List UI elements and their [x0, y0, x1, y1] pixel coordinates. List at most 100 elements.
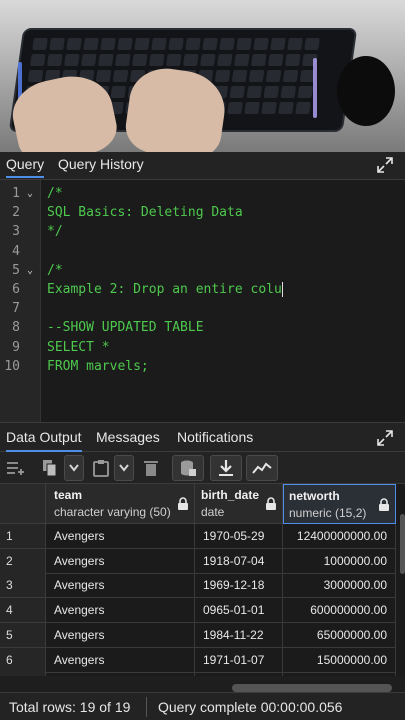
data-toolbar: [0, 452, 405, 484]
line-number: 4: [12, 243, 20, 259]
column-header-networth[interactable]: networth numeric (15,2): [283, 484, 396, 524]
cell-team[interactable]: Avengers: [46, 598, 195, 624]
cell-team[interactable]: Avengers: [46, 524, 195, 549]
code-line[interactable]: 9 SELECT *: [0, 338, 405, 357]
status-divider: [146, 697, 147, 717]
save-data-icon: [181, 460, 196, 476]
keyboard-light-right: [313, 58, 317, 118]
vertical-scrollbar[interactable]: [400, 514, 405, 574]
code-line[interactable]: 8 --SHOW UPDATED TABLE: [0, 318, 405, 337]
graph-visualiser-button[interactable]: [246, 455, 278, 481]
code-line[interactable]: 10 FROM marvels;: [0, 357, 405, 376]
cell-team[interactable]: Avengers: [46, 647, 195, 673]
cell-team[interactable]: Avengers: [46, 622, 195, 648]
table-row[interactable]: 2 Avengers 1918-07-04 1000000.00: [0, 548, 405, 574]
code-text: SQL Basics: Deleting Data: [47, 205, 243, 221]
column-type: date: [201, 505, 225, 519]
code-line[interactable]: 7: [0, 299, 405, 318]
code-line[interactable]: 6 Example 2: Drop an entire colu: [0, 280, 405, 299]
cell-birth-date[interactable]: 0965-01-01: [195, 598, 283, 624]
output-tab-bar: Data Output Messages Notifications: [0, 422, 405, 452]
status-bar: Total rows: 19 of 19 Query complete 00:0…: [0, 692, 405, 720]
cell-birth-date[interactable]: 1969-12-18: [195, 573, 283, 599]
paste-button[interactable]: [88, 455, 114, 481]
text-cursor: [282, 282, 283, 297]
cell-birth-date[interactable]: 1918-07-04: [195, 548, 283, 574]
copy-button[interactable]: [36, 455, 64, 481]
code-line[interactable]: 3 */: [0, 222, 405, 241]
lock-icon: [379, 498, 389, 511]
code-line[interactable]: 4: [0, 242, 405, 261]
tab-query[interactable]: Query: [6, 156, 45, 178]
delete-button[interactable]: [139, 455, 163, 481]
code-line[interactable]: 5 ⌄ /*: [0, 261, 405, 280]
cell-networth[interactable]: [283, 672, 396, 676]
cell-networth[interactable]: 600000000.00: [283, 598, 396, 624]
cell-team[interactable]: [46, 672, 195, 676]
horizontal-scrollbar[interactable]: [232, 684, 392, 692]
total-rows-status: Total rows: 19 of 19: [9, 699, 131, 715]
query-complete-status: Query complete 00:00:00.056: [158, 699, 343, 715]
line-number: 10: [4, 358, 20, 374]
fold-chevron-icon[interactable]: ⌄: [27, 261, 33, 280]
cell-networth[interactable]: 1000000.00: [283, 548, 396, 574]
code-text: FROM marvels;: [47, 358, 149, 374]
paste-options-button[interactable]: [114, 455, 134, 481]
cell-networth[interactable]: 65000000.00: [283, 622, 396, 648]
sql-editor[interactable]: 1 ⌄ /* 2 SQL Basics: Deleting Data 3 */ 4 5 ⌄ /* 6 E…: [0, 180, 405, 422]
code-text: Example 2: Drop an entire colu: [47, 282, 282, 297]
add-row-button[interactable]: [4, 455, 28, 481]
cell-birth-date[interactable]: [195, 672, 283, 676]
column-header-team[interactable]: team character varying (50): [46, 484, 195, 524]
expand-icon[interactable]: [377, 157, 393, 173]
chevron-down-icon: [119, 464, 129, 472]
table-row[interactable]: 5 Avengers 1984-11-22 65000000.00: [0, 622, 405, 648]
table-row[interactable]: 1 Avengers 1970-05-29 12400000000.00: [0, 524, 405, 549]
expand-icon[interactable]: [377, 430, 393, 446]
column-type: numeric (15,2): [289, 506, 367, 520]
cell-birth-date[interactable]: 1970-05-29: [195, 524, 283, 549]
row-number[interactable]: 3: [0, 573, 46, 599]
table-row[interactable]: 4 Avengers 0965-01-01 600000000.00: [0, 598, 405, 624]
row-number[interactable]: [0, 672, 46, 676]
row-number[interactable]: 2: [0, 548, 46, 574]
tab-data-output[interactable]: Data Output: [6, 429, 82, 452]
row-number[interactable]: 5: [0, 622, 46, 648]
cell-networth[interactable]: 3000000.00: [283, 573, 396, 599]
row-number[interactable]: 1: [0, 524, 46, 549]
table-row[interactable]: 6 Avengers 1971-01-07 15000000.00: [0, 647, 405, 673]
line-number: 9: [12, 339, 20, 355]
save-data-button[interactable]: [172, 455, 204, 481]
fold-chevron-icon[interactable]: ⌄: [27, 184, 33, 203]
code-text: */: [47, 224, 63, 240]
column-name: networth: [289, 489, 340, 503]
code-line[interactable]: 2 SQL Basics: Deleting Data: [0, 203, 405, 222]
code-text: /*: [47, 262, 63, 278]
query-tab-bar: Query Query History: [0, 152, 405, 180]
cell-networth[interactable]: 15000000.00: [283, 647, 396, 673]
cell-team[interactable]: Avengers: [46, 573, 195, 599]
cell-birth-date[interactable]: 1984-11-22: [195, 622, 283, 648]
data-grid: team character varying (50) birth_date d…: [0, 484, 405, 676]
column-type: character varying (50): [54, 505, 171, 519]
cell-networth[interactable]: 12400000000.00: [283, 524, 396, 549]
row-number[interactable]: 6: [0, 647, 46, 673]
chevron-down-icon: [69, 464, 79, 472]
tab-query-history[interactable]: Query History: [58, 156, 144, 172]
cell-birth-date[interactable]: 1971-01-07: [195, 647, 283, 673]
cell-team[interactable]: Avengers: [46, 548, 195, 574]
line-number: 2: [12, 205, 20, 221]
table-row[interactable]: 3 Avengers 1969-12-18 3000000.00: [0, 573, 405, 599]
table-row[interactable]: [0, 672, 405, 676]
row-number[interactable]: 4: [0, 598, 46, 624]
tab-messages[interactable]: Messages: [96, 429, 160, 445]
code-line[interactable]: 1 ⌄ /*: [0, 184, 405, 203]
line-number: 8: [12, 320, 20, 336]
line-number: 5: [12, 262, 20, 278]
column-header-birth-date[interactable]: birth_date date: [195, 484, 283, 524]
tab-notifications[interactable]: Notifications: [177, 429, 253, 445]
line-number: 1: [12, 186, 20, 201]
mouse: [337, 56, 395, 126]
copy-options-button[interactable]: [64, 455, 84, 481]
download-button[interactable]: [210, 455, 242, 481]
